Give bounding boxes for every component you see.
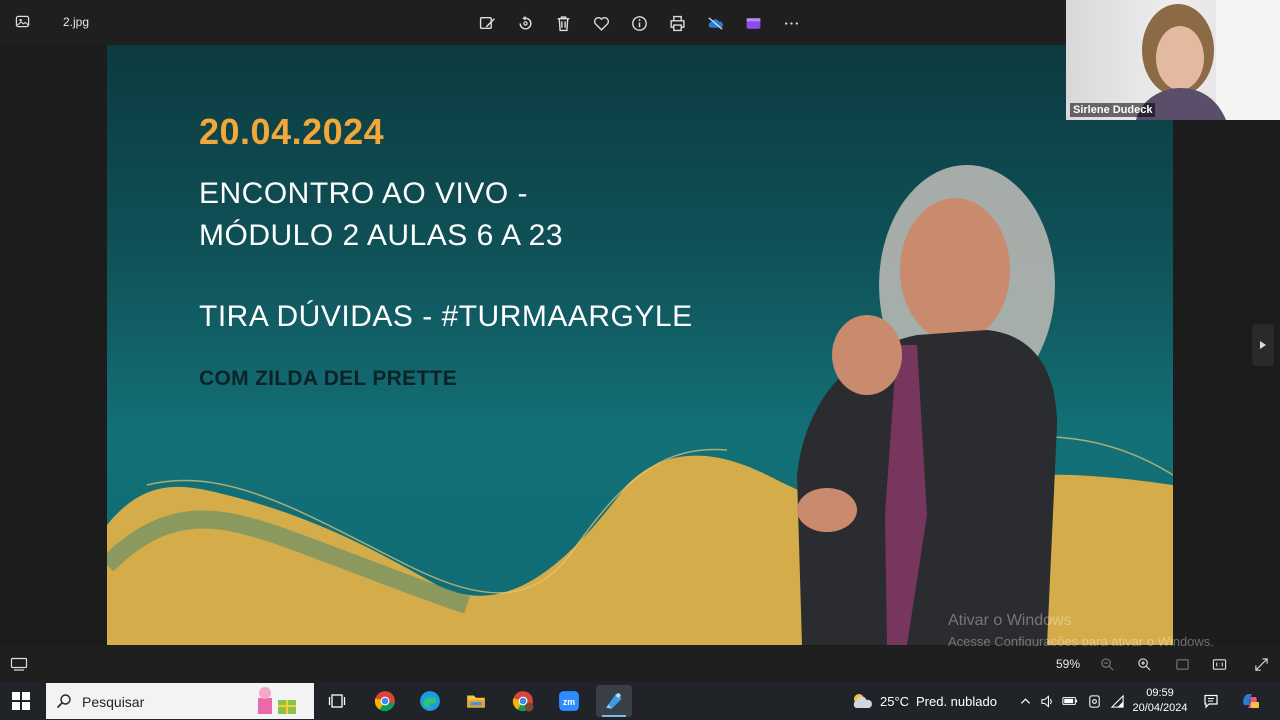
activation-watermark-title: Ativar o Windows <box>948 612 1072 629</box>
displayed-image: 20.04.2024 ENCONTRO AO VIVO - MÓDULO 2 A… <box>107 45 1173 645</box>
slide-title-line-1: ENCONTRO AO VIVO - <box>199 177 529 210</box>
show-hidden-icons-button[interactable] <box>1017 693 1033 709</box>
battery-button[interactable] <box>1062 693 1078 709</box>
zoom-out-icon <box>1100 657 1114 671</box>
taskbar-chrome-profile[interactable] <box>505 685 541 717</box>
slide-date: 20.04.2024 <box>199 111 385 152</box>
delete-icon <box>557 15 569 31</box>
notification-icon <box>1204 694 1218 709</box>
file-name: 2.jpg <box>63 15 90 29</box>
copilot-icon <box>1243 694 1259 708</box>
taskbar-clock[interactable]: 09:59 20/04/2024 <box>1130 686 1190 716</box>
zoom-level: 59% <box>1056 657 1081 671</box>
weather-cloudy-icon[interactable] <box>850 691 874 711</box>
task-view-button[interactable] <box>319 685 355 717</box>
title-bar: 2.jpg <box>0 0 1066 45</box>
presenter-jacket <box>797 330 1057 645</box>
participant-name: Sirlene Dudeck <box>1070 103 1156 117</box>
chrome-icon <box>374 691 395 712</box>
fit-window-icon <box>1175 658 1189 670</box>
filmstrip-button[interactable] <box>10 656 28 672</box>
info-button[interactable] <box>624 8 654 38</box>
zoom-in-button[interactable] <box>1135 655 1153 673</box>
taskbar-edge[interactable] <box>412 685 448 717</box>
slide-presenter-credit: COM ZILDA DEL PRETTE <box>199 367 457 390</box>
onedrive-button[interactable] <box>700 8 730 38</box>
zoom-in-icon <box>1137 657 1151 671</box>
slide-title-line-2: MÓDULO 2 AULAS 6 A 23 <box>199 219 564 252</box>
copilot-button[interactable] <box>1240 691 1260 711</box>
edge-icon <box>420 691 440 711</box>
image-toolbar <box>472 8 806 38</box>
clipchamp-icon <box>746 17 760 29</box>
status-bar: 59% <box>0 646 1280 682</box>
chevron-right-icon <box>1260 341 1266 349</box>
search-icon <box>56 694 71 709</box>
webcam-video: Sirlene Dudeck <box>1066 0 1280 120</box>
start-button[interactable] <box>12 692 30 710</box>
zoom-out-button[interactable] <box>1098 655 1116 673</box>
fullscreen-icon <box>1254 657 1268 671</box>
more-icon <box>784 21 798 25</box>
taskbar-file-explorer[interactable] <box>458 685 494 717</box>
search-placeholder: Pesquisar <box>82 694 145 710</box>
favorite-button[interactable] <box>586 8 616 38</box>
chrome-profile-icon <box>512 691 534 712</box>
wifi-icon <box>1110 694 1124 708</box>
clock-time: 09:59 <box>1146 687 1174 699</box>
svg-text:zm: zm <box>563 697 575 707</box>
favorite-icon <box>593 16 609 31</box>
taskbar-photos[interactable] <box>596 685 632 717</box>
notifications-button[interactable] <box>1203 693 1219 709</box>
search-highlight-gifts-icon <box>258 687 296 714</box>
onedrive-icon <box>707 16 723 30</box>
battery-icon <box>1062 696 1078 706</box>
speaker-icon <box>1040 694 1052 708</box>
more-button[interactable] <box>776 8 806 38</box>
weather-temperature[interactable]: 25°C <box>880 694 909 709</box>
rotate-icon <box>518 15 532 30</box>
location-button[interactable] <box>1086 693 1102 709</box>
print-button[interactable] <box>662 8 692 38</box>
photos-icon <box>606 693 622 709</box>
rotate-button[interactable] <box>510 8 540 38</box>
task-view-icon <box>328 694 346 708</box>
network-button[interactable] <box>1109 693 1125 709</box>
next-image-button[interactable] <box>1252 324 1274 366</box>
info-icon <box>631 15 647 31</box>
photos-app-icon <box>12 11 32 31</box>
webcam-participant <box>1136 0 1280 120</box>
edit-icon <box>479 16 495 29</box>
device-icon <box>1088 694 1100 708</box>
zoom-app-icon: zm <box>559 691 579 711</box>
print-icon <box>669 15 685 31</box>
windows-logo-icon <box>12 692 20 700</box>
fit-to-window-button[interactable] <box>1173 655 1191 673</box>
taskbar-search-box[interactable]: Pesquisar <box>46 683 314 719</box>
actual-size-icon <box>1212 658 1226 670</box>
presenter-face <box>900 198 1010 342</box>
filmstrip-icon <box>10 657 28 671</box>
slide-subtitle: TIRA DÚVIDAS - #TURMAARGYLE <box>199 300 693 333</box>
clipchamp-button[interactable] <box>738 8 768 38</box>
actual-size-button[interactable] <box>1210 655 1228 673</box>
taskbar-zoom[interactable]: zm <box>551 685 587 717</box>
volume-button[interactable] <box>1039 693 1055 709</box>
edit-image-button[interactable] <box>472 8 502 38</box>
fullscreen-button[interactable] <box>1252 655 1270 673</box>
folder-icon <box>467 695 485 708</box>
windows-taskbar: Pesquisar zm 25°C Pred. nublado 09:59 20… <box>0 682 1280 720</box>
taskbar-chrome[interactable] <box>367 685 403 717</box>
chevron-up-icon <box>1020 697 1030 704</box>
weather-description[interactable]: Pred. nublado <box>916 694 997 709</box>
clock-date: 20/04/2024 <box>1132 702 1188 714</box>
delete-button[interactable] <box>548 8 578 38</box>
